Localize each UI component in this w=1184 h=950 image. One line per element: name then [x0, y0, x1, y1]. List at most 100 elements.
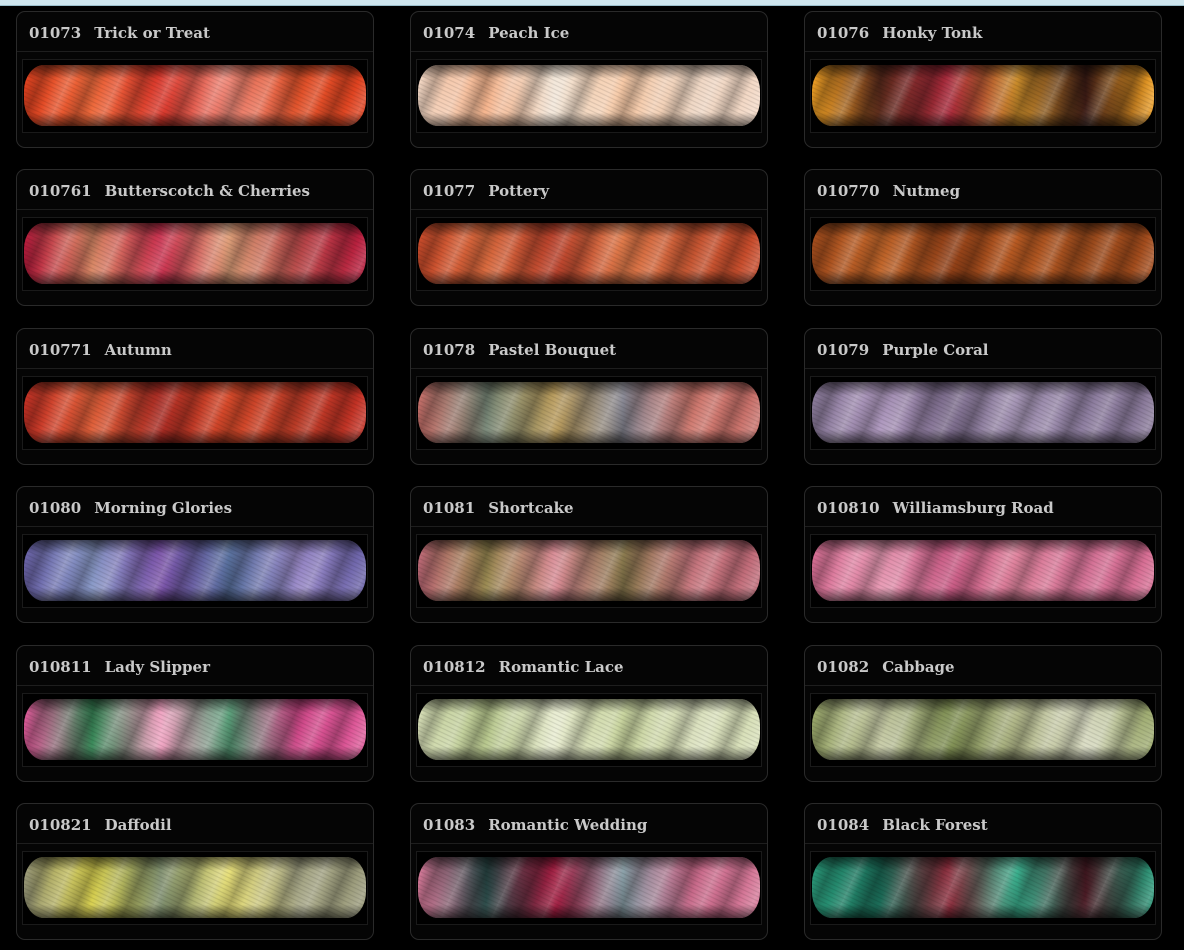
swatch-title: 01076 Honky Tonk [805, 12, 1161, 52]
swatch-image-frame [416, 693, 762, 767]
swatch-image-frame [22, 851, 368, 925]
swatch-image-frame [810, 534, 1156, 608]
thread-swatch-image [24, 857, 366, 918]
swatch-card[interactable]: 01081 Shortcake [410, 486, 768, 623]
thread-swatch-image [418, 699, 760, 760]
swatch-card[interactable]: 01076 Honky Tonk [804, 11, 1162, 148]
swatch-name: Trick or Treat [94, 24, 210, 42]
thread-edge-shadow [418, 382, 760, 443]
swatch-name: Nutmeg [892, 182, 961, 200]
swatch-card[interactable]: 010821 Daffodil [16, 803, 374, 940]
swatch-code: 01074 [423, 24, 476, 42]
swatch-title: 01080 Morning Glories [17, 487, 373, 527]
swatch-code: 01077 [423, 182, 476, 200]
swatch-image-frame [810, 217, 1156, 291]
swatch-card[interactable]: 01084 Black Forest [804, 803, 1162, 940]
swatch-title: 010770 Nutmeg [805, 170, 1161, 210]
swatch-card[interactable]: 01074 Peach Ice [410, 11, 768, 148]
thread-swatch-image [812, 699, 1154, 760]
thread-swatch-image [24, 65, 366, 126]
swatch-image-frame [810, 59, 1156, 133]
swatch-image-frame [22, 693, 368, 767]
swatch-code: 01076 [817, 24, 870, 42]
thread-swatch-image [812, 382, 1154, 443]
swatch-card[interactable]: 01083 Romantic Wedding [410, 803, 768, 940]
swatch-name: Romantic Lace [498, 658, 624, 676]
swatch-code: 01073 [29, 24, 82, 42]
swatch-code: 010771 [29, 341, 92, 359]
swatch-name: Romantic Wedding [488, 816, 648, 834]
swatch-title: 010771 Autumn [17, 329, 373, 369]
swatch-image-frame [416, 534, 762, 608]
swatch-image-frame [22, 376, 368, 450]
swatch-card[interactable]: 010810 Williamsburg Road [804, 486, 1162, 623]
swatch-code: 010761 [29, 182, 92, 200]
swatch-name: Williamsburg Road [892, 499, 1054, 517]
swatch-card[interactable]: 010771 Autumn [16, 328, 374, 465]
swatch-name: Black Forest [882, 816, 988, 834]
swatch-title: 01084 Black Forest [805, 804, 1161, 844]
thread-edge-shadow [812, 65, 1154, 126]
thread-edge-shadow [812, 857, 1154, 918]
swatch-code: 010812 [423, 658, 486, 676]
swatch-card[interactable]: 010811 Lady Slipper [16, 645, 374, 782]
swatch-title: 01078 Pastel Bouquet [411, 329, 767, 369]
swatch-card[interactable]: 010761 Butterscotch & Cherries [16, 169, 374, 306]
thread-swatch-image [812, 540, 1154, 601]
swatch-title: 01081 Shortcake [411, 487, 767, 527]
swatch-code: 01081 [423, 499, 476, 517]
swatch-title: 010761 Butterscotch & Cherries [17, 170, 373, 210]
swatch-title: 010812 Romantic Lace [411, 646, 767, 686]
thread-edge-shadow [24, 540, 366, 601]
thread-swatch-image [812, 857, 1154, 918]
swatch-image-frame [22, 534, 368, 608]
swatch-image-frame [416, 376, 762, 450]
thread-swatch-image [812, 223, 1154, 284]
thread-edge-shadow [24, 699, 366, 760]
swatch-name: Lady Slipper [104, 658, 210, 676]
swatch-image-frame [22, 59, 368, 133]
thread-swatch-image [418, 223, 760, 284]
swatch-name: Peach Ice [488, 24, 570, 42]
swatch-card[interactable]: 01079 Purple Coral [804, 328, 1162, 465]
swatch-name: Daffodil [104, 816, 172, 834]
thread-edge-shadow [812, 382, 1154, 443]
swatch-card[interactable]: 01073 Trick or Treat [16, 11, 374, 148]
swatch-card[interactable]: 01077 Pottery [410, 169, 768, 306]
thread-swatch-image [24, 223, 366, 284]
thread-edge-shadow [812, 540, 1154, 601]
thread-edge-shadow [24, 382, 366, 443]
swatch-name: Honky Tonk [882, 24, 983, 42]
swatch-card[interactable]: 01082 Cabbage [804, 645, 1162, 782]
thread-edge-shadow [24, 65, 366, 126]
swatch-card[interactable]: 01080 Morning Glories [16, 486, 374, 623]
swatch-title: 01073 Trick or Treat [17, 12, 373, 52]
swatch-title: 01074 Peach Ice [411, 12, 767, 52]
thread-edge-shadow [418, 699, 760, 760]
swatch-image-frame [810, 376, 1156, 450]
top-window-edge [0, 0, 1184, 6]
swatch-code: 010770 [817, 182, 880, 200]
swatch-name: Cabbage [882, 658, 955, 676]
swatch-title: 01082 Cabbage [805, 646, 1161, 686]
thread-edge-shadow [24, 223, 366, 284]
thread-swatch-image [418, 540, 760, 601]
swatch-card[interactable]: 010812 Romantic Lace [410, 645, 768, 782]
thread-edge-shadow [418, 223, 760, 284]
swatch-title: 010811 Lady Slipper [17, 646, 373, 686]
thread-edge-shadow [812, 699, 1154, 760]
swatch-card[interactable]: 01078 Pastel Bouquet [410, 328, 768, 465]
swatch-name: Pottery [488, 182, 550, 200]
thread-swatch-image [24, 382, 366, 443]
swatch-name: Morning Glories [94, 499, 233, 517]
swatch-image-frame [416, 217, 762, 291]
swatch-code: 01079 [817, 341, 870, 359]
swatch-card[interactable]: 010770 Nutmeg [804, 169, 1162, 306]
swatch-image-frame [416, 851, 762, 925]
swatch-code: 01082 [817, 658, 870, 676]
swatch-code: 01078 [423, 341, 476, 359]
swatch-name: Purple Coral [882, 341, 989, 359]
thread-edge-shadow [418, 540, 760, 601]
swatch-code: 010821 [29, 816, 92, 834]
thread-swatch-image [418, 382, 760, 443]
